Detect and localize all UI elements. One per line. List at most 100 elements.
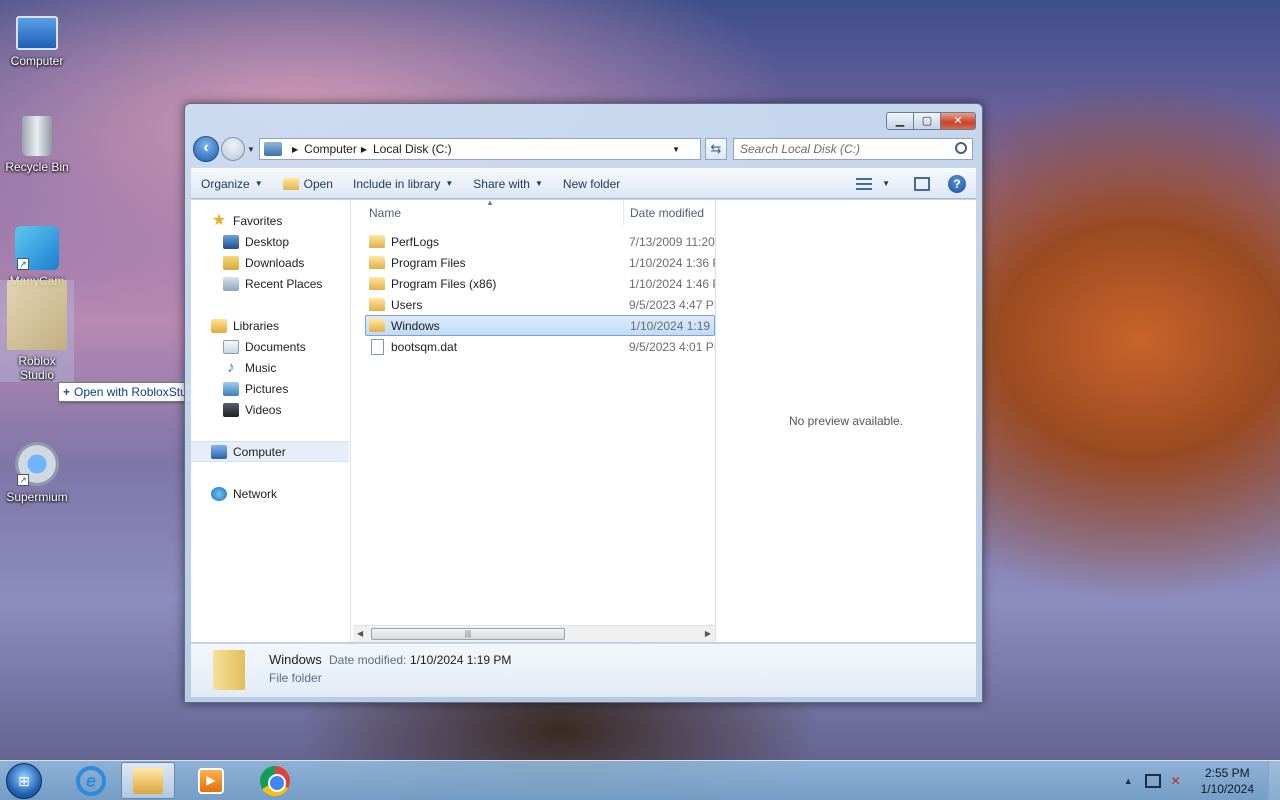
- file-row[interactable]: Program Files 1/10/2024 1:36 P: [351, 252, 715, 273]
- taskbar-windows-explorer[interactable]: [121, 762, 175, 799]
- minimize-button[interactable]: ▁: [886, 112, 914, 130]
- desktop-icon-roblox-studio[interactable]: Roblox Studio: [0, 280, 74, 382]
- breadcrumb-local-disk[interactable]: Local Disk (C:): [373, 142, 452, 156]
- scroll-right-icon[interactable]: ▶: [705, 629, 711, 638]
- open-button[interactable]: Open: [273, 169, 343, 198]
- refresh-button[interactable]: ⇆: [705, 138, 727, 160]
- taskbar-chrome[interactable]: [248, 762, 302, 799]
- address-bar[interactable]: ▶ Computer ▶ Local Disk (C:) ▼: [259, 138, 701, 160]
- file-row[interactable]: Program Files (x86) 1/10/2024 1:46 P: [351, 273, 715, 294]
- nav-favorites[interactable]: ★ Favorites: [191, 210, 350, 231]
- roblox-studio-icon: [7, 280, 67, 350]
- nav-libraries[interactable]: Libraries: [191, 315, 350, 336]
- details-type: File folder: [269, 671, 322, 685]
- file-icon: [371, 338, 384, 355]
- manycam-icon: ↗: [15, 226, 59, 270]
- desktop-icon-computer[interactable]: Computer: [0, 10, 74, 68]
- folder-icon: [369, 256, 385, 269]
- preview-pane: No preview available.: [715, 200, 976, 642]
- share-with-button[interactable]: Share with ▼: [463, 169, 553, 198]
- folder-thumbnail-icon: [213, 650, 245, 690]
- breadcrumb-computer[interactable]: Computer: [304, 142, 357, 156]
- show-desktop-button[interactable]: [1268, 761, 1280, 800]
- breadcrumb-separator[interactable]: ▶: [361, 145, 367, 154]
- folder-icon: [369, 277, 385, 290]
- start-button[interactable]: ⊞: [6, 763, 42, 799]
- file-row[interactable]: Users 9/5/2023 4:47 PI: [351, 294, 715, 315]
- maximize-button[interactable]: ▢: [913, 112, 941, 130]
- column-header-date-modified[interactable]: Date modified: [623, 200, 715, 225]
- forward-button[interactable]: [221, 137, 245, 161]
- help-icon[interactable]: ?: [948, 174, 966, 193]
- explorer-window[interactable]: ▁ ▢ ✕ ‹ ▼ ▶ Computer ▶ Local Disk (C:) ▼…: [184, 103, 983, 703]
- preview-message: No preview available.: [788, 414, 904, 428]
- close-button[interactable]: ✕: [940, 112, 976, 130]
- search-icon[interactable]: [955, 142, 967, 154]
- new-folder-button[interactable]: New folder: [553, 169, 630, 198]
- nav-downloads[interactable]: Downloads: [191, 252, 350, 273]
- file-name: bootsqm.dat: [391, 339, 458, 354]
- nav-label: Downloads: [245, 255, 305, 270]
- search-placeholder: Search Local Disk (C:): [740, 142, 861, 156]
- file-name: Program Files (x86): [391, 276, 497, 291]
- downloads-icon: [223, 255, 239, 270]
- file-name: Windows: [391, 318, 440, 333]
- organize-button[interactable]: Organize ▼: [191, 169, 273, 198]
- scroll-left-icon[interactable]: ◀: [357, 629, 363, 638]
- nav-network[interactable]: Network: [191, 483, 350, 504]
- nav-desktop[interactable]: Desktop: [191, 231, 350, 252]
- nav-recent-places[interactable]: Recent Places: [191, 273, 350, 294]
- include-in-library-button[interactable]: Include in library ▼: [343, 169, 463, 198]
- file-list: PerfLogs 7/13/2009 11:20 Program Files 1/1…: [351, 226, 715, 357]
- nav-computer[interactable]: Computer: [191, 441, 349, 462]
- file-row[interactable]: PerfLogs 7/13/2009 11:20: [351, 231, 715, 252]
- preview-pane-icon[interactable]: [914, 176, 930, 191]
- change-view-icon[interactable]: [856, 177, 873, 190]
- show-hidden-icons-icon[interactable]: ▲: [1124, 776, 1133, 786]
- nav-documents[interactable]: Documents: [191, 336, 350, 357]
- network-tray-icon[interactable]: [1144, 774, 1161, 788]
- taskbar-internet-explorer[interactable]: e: [64, 762, 118, 799]
- sort-ascending-icon: ▲: [486, 197, 494, 207]
- file-row[interactable]: bootsqm.dat 9/5/2023 4:01 PI: [351, 336, 715, 357]
- system-tray: ▲ ✕ 2:55 PM 1/10/2024: [1124, 761, 1280, 800]
- file-name: Program Files: [391, 255, 466, 270]
- desktop-icon-supermium[interactable]: ↗ Supermium: [0, 442, 74, 504]
- taskbar-media-player[interactable]: ▶: [184, 762, 238, 799]
- navigation-bar: ‹ ▼ ▶ Computer ▶ Local Disk (C:) ▼ ⇆ Sea…: [193, 136, 974, 162]
- file-name: Users: [391, 297, 423, 312]
- search-input[interactable]: Search Local Disk (C:): [733, 138, 973, 160]
- desktop-icon-recycle-bin[interactable]: Recycle Bin: [0, 116, 74, 174]
- scrollbar-thumb[interactable]: |||: [371, 628, 565, 640]
- volume-muted-icon[interactable]: ✕: [1171, 774, 1187, 788]
- taskbar: ⊞ e ▶ ▲ ✕ 2:55 PM 1/10/2024: [0, 760, 1280, 800]
- clock[interactable]: 2:55 PM 1/10/2024: [1201, 765, 1254, 797]
- nav-label: Documents: [245, 339, 306, 354]
- desktop-icon-manycam[interactable]: ↗ ManyCam: [0, 226, 74, 288]
- open-label: Open: [303, 176, 333, 191]
- chevron-down-icon[interactable]: ▼: [882, 179, 890, 188]
- new-folder-label: New folder: [562, 176, 621, 191]
- nav-music[interactable]: ♪ Music: [191, 357, 350, 378]
- back-button[interactable]: ‹: [193, 136, 219, 162]
- shortcut-arrow-icon: ↗: [17, 474, 29, 486]
- file-date: 1/10/2024 1:46 P: [629, 276, 715, 291]
- chrome-icon: [260, 765, 290, 796]
- nav-videos[interactable]: Videos: [191, 399, 350, 420]
- file-list-pane: ▲ Name Date modified PerfLogs 7/13/2009 11…: [351, 198, 715, 642]
- folder-icon: [369, 235, 385, 248]
- column-header-name[interactable]: ▲ Name: [351, 198, 623, 220]
- file-date: 9/5/2023 4:47 PI: [629, 297, 715, 312]
- column-label: Name: [369, 205, 402, 220]
- plus-icon: +: [63, 385, 71, 399]
- address-dropdown-icon[interactable]: ▼: [672, 145, 680, 154]
- desktop-icon: [223, 234, 239, 249]
- horizontal-scrollbar[interactable]: ◀ ||| ▶: [353, 625, 715, 642]
- file-row-selected[interactable]: Windows 1/10/2024 1:19 P: [365, 315, 715, 336]
- nav-pictures[interactable]: Pictures: [191, 378, 350, 399]
- breadcrumb-separator[interactable]: ▶: [292, 145, 298, 154]
- recent-pages-dropdown[interactable]: ▼: [247, 145, 257, 154]
- nav-label: Videos: [245, 402, 282, 417]
